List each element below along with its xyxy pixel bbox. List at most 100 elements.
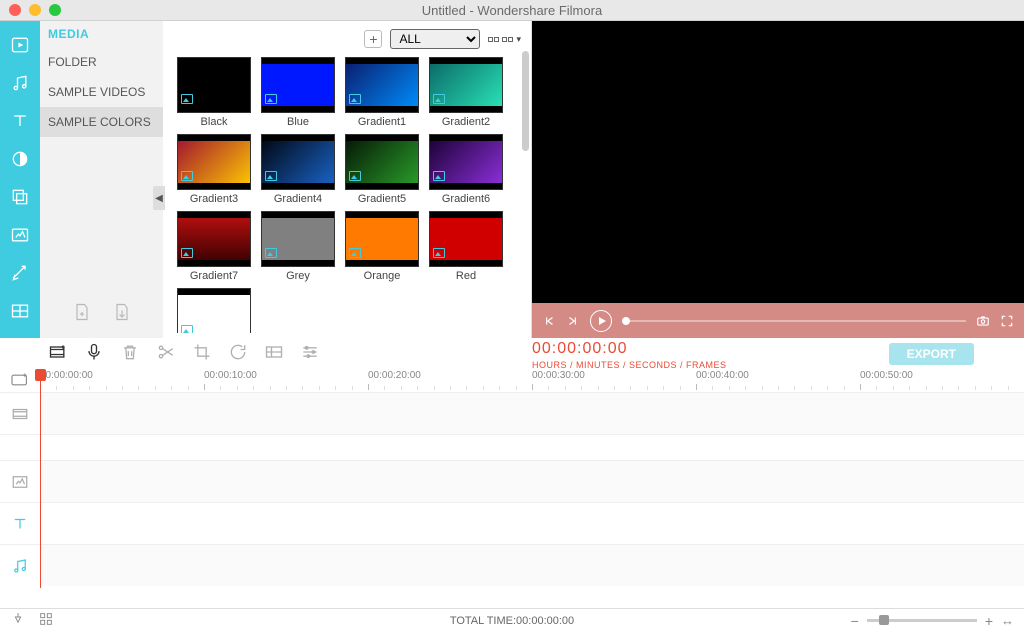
folder-panel-header: MEDIA [40, 21, 163, 47]
elements-tab[interactable] [0, 217, 40, 253]
image-icon [181, 171, 193, 181]
thumbnail-label: Grey [286, 270, 310, 282]
image-icon [181, 248, 193, 258]
folder-item[interactable]: SAMPLE COLORS [40, 107, 163, 137]
thumbnail-label: Gradient7 [190, 270, 238, 282]
video-track-icon[interactable] [0, 392, 40, 434]
timeline-tracks[interactable] [40, 392, 1024, 608]
add-media-track-button[interactable] [48, 342, 68, 367]
zoom-in-button[interactable]: + [985, 613, 993, 629]
image-icon [181, 94, 193, 104]
import-button[interactable] [112, 301, 132, 328]
timeline-panel: 00:00:00:00 HOURS / MINUTES / SECONDS / … [0, 338, 1024, 632]
folder-item[interactable]: FOLDER [40, 47, 163, 77]
minimize-window-button[interactable] [29, 4, 41, 16]
preview-viewport [532, 21, 1024, 303]
timeline-timecode: 00:00:00:00 [532, 340, 628, 358]
tool-sidebar [0, 21, 40, 338]
media-thumbnail[interactable] [429, 134, 503, 190]
image-track-icon[interactable] [0, 460, 40, 502]
folder-item[interactable]: SAMPLE VIDEOS [40, 77, 163, 107]
settings-button[interactable] [300, 342, 320, 367]
fit-zoom-button[interactable]: ↔ [1001, 613, 1014, 628]
image-icon [433, 94, 445, 104]
grid-view-button[interactable] [38, 611, 54, 630]
delete-button[interactable] [120, 342, 140, 367]
image-icon [265, 248, 277, 258]
text-tab[interactable] [0, 103, 40, 139]
timeline-ruler[interactable]: 00:00:00:0000:00:10:0000:00:20:0000:00:3… [40, 370, 1024, 392]
music-tab[interactable] [0, 65, 40, 101]
rotate-button[interactable] [228, 342, 248, 367]
media-thumbnail[interactable] [345, 57, 419, 113]
zoom-out-button[interactable]: − [851, 613, 859, 629]
fullscreen-button[interactable] [1000, 314, 1014, 328]
marker-button[interactable] [10, 611, 26, 630]
new-folder-button[interactable] [72, 301, 92, 328]
media-thumbnail[interactable] [429, 211, 503, 267]
window-title: Untitled - Wondershare Filmora [0, 3, 1024, 18]
zoom-slider[interactable] [867, 619, 977, 622]
media-thumbnail[interactable] [429, 57, 503, 113]
media-thumbnail[interactable] [177, 57, 251, 113]
split-button[interactable] [156, 342, 176, 367]
media-filter-select[interactable]: ALL [390, 29, 480, 49]
preview-scrubber[interactable] [622, 320, 966, 322]
image-icon [265, 94, 277, 104]
edit-toolbar: 00:00:00:00 HOURS / MINUTES / SECONDS / … [0, 338, 1024, 370]
media-thumbnail[interactable] [345, 134, 419, 190]
media-thumbnail[interactable] [261, 57, 335, 113]
next-frame-button[interactable] [566, 314, 580, 328]
crop-button[interactable] [192, 342, 212, 367]
media-panel: ◀ + ALL ▾ BlackBlueGradient1Gradient2Gra… [163, 21, 532, 338]
export-button[interactable]: EXPORT [889, 343, 974, 365]
playhead[interactable] [40, 370, 41, 588]
color-tuning-button[interactable] [264, 342, 284, 367]
prev-frame-button[interactable] [542, 314, 556, 328]
ruler-mark: 00:00:10:00 [204, 370, 257, 381]
thumbnail-label: Gradient1 [358, 116, 406, 128]
snapshot-button[interactable] [976, 314, 990, 328]
music-track-icon[interactable] [0, 544, 40, 586]
text-track-icon[interactable] [0, 502, 40, 544]
view-mode-button[interactable]: ▾ [488, 34, 521, 45]
titlebar: Untitled - Wondershare Filmora [0, 0, 1024, 21]
thumbnail-label: Black [201, 116, 228, 128]
media-thumbnail[interactable] [177, 211, 251, 267]
media-thumbnail[interactable] [345, 211, 419, 267]
image-icon [433, 171, 445, 181]
thumbnail-label: Gradient3 [190, 193, 238, 205]
split-screen-tab[interactable] [0, 293, 40, 329]
media-thumbnail[interactable] [261, 134, 335, 190]
close-window-button[interactable] [9, 4, 21, 16]
add-media-button[interactable]: + [364, 30, 382, 48]
thumbnail-label: Gradient5 [358, 193, 406, 205]
play-button[interactable] [590, 310, 612, 332]
media-thumbnail[interactable] [261, 211, 335, 267]
track-row [40, 502, 1024, 544]
track-row [40, 460, 1024, 502]
add-track-button[interactable] [10, 372, 30, 393]
media-tab[interactable] [0, 27, 40, 63]
ruler-mark: 00:00:30:00 [532, 370, 585, 381]
image-icon [433, 248, 445, 258]
transitions-tab[interactable] [0, 141, 40, 177]
image-icon [349, 94, 361, 104]
timeline-timecode-label: HOURS / MINUTES / SECONDS / FRAMES [532, 360, 727, 370]
thumbnail-label: Gradient4 [274, 193, 322, 205]
image-icon [265, 171, 277, 181]
effects-tab[interactable] [0, 255, 40, 291]
track-row [40, 434, 1024, 460]
media-thumbnail[interactable] [177, 288, 251, 333]
overlays-tab[interactable] [0, 179, 40, 215]
zoom-window-button[interactable] [49, 4, 61, 16]
collapse-panel-button[interactable]: ◀ [153, 186, 165, 210]
ruler-mark: 00:00:50:00 [860, 370, 913, 381]
record-voiceover-button[interactable] [84, 342, 104, 367]
track-row [40, 392, 1024, 434]
preview-controls [532, 303, 1024, 338]
preview-panel [532, 21, 1024, 338]
folder-panel: MEDIA FOLDERSAMPLE VIDEOSSAMPLE COLORS [40, 21, 163, 338]
media-scrollbar[interactable] [522, 51, 529, 151]
media-thumbnail[interactable] [177, 134, 251, 190]
